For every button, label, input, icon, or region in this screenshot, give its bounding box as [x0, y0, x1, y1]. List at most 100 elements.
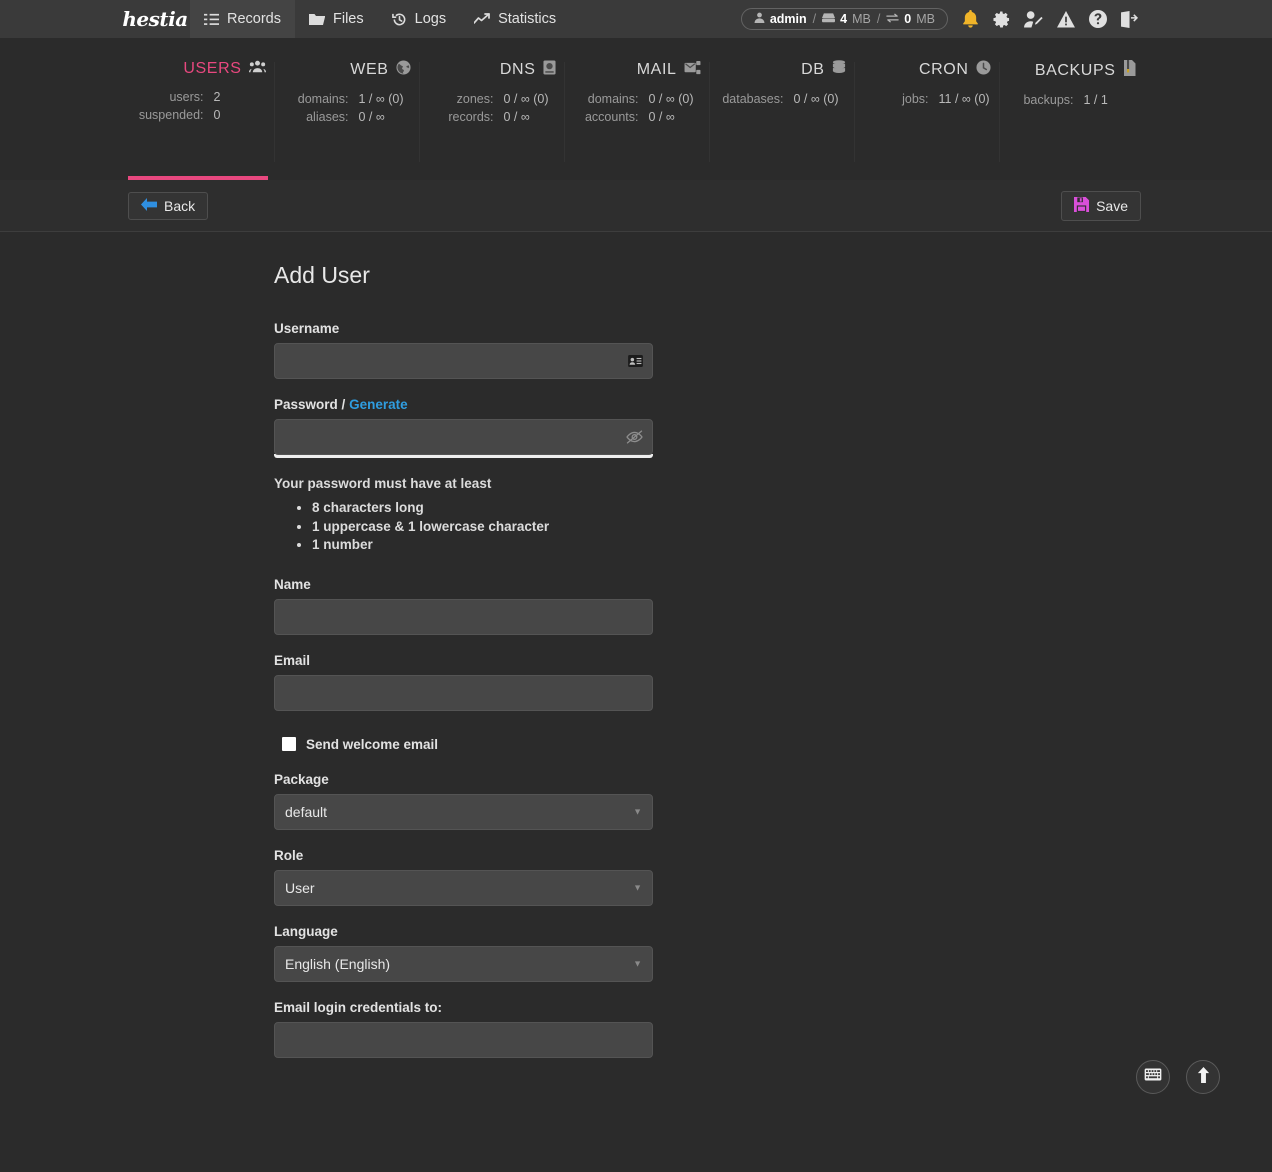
- stat-header-cron[interactable]: CRON: [862, 60, 991, 80]
- username-label: Username: [274, 321, 653, 336]
- save-button-label: Save: [1096, 198, 1128, 214]
- keyboard-shortcuts-button[interactable]: [1136, 1060, 1170, 1094]
- name-input[interactable]: [274, 599, 653, 635]
- role-label: Role: [274, 848, 653, 863]
- role-field-group: Role User ▼: [274, 848, 653, 906]
- scroll-to-top-button[interactable]: [1186, 1060, 1220, 1094]
- stat-label: aliases:: [306, 110, 348, 124]
- stat-header-backups[interactable]: BACKUPS: [1007, 60, 1136, 81]
- email-label: Email: [274, 653, 653, 668]
- stat-column-db: DB databases: 0 / ∞ (0): [709, 60, 854, 180]
- stat-value: 0 / ∞ (0): [784, 92, 846, 106]
- package-select[interactable]: default: [274, 794, 653, 830]
- clock-icon: [976, 60, 991, 80]
- stat-value: 0 / ∞ (0): [639, 92, 701, 106]
- add-user-page: Add User Username Password / Generate: [0, 232, 1272, 1058]
- credentials-email-input[interactable]: [274, 1022, 653, 1058]
- stat-title: DB: [801, 61, 824, 79]
- stat-header-db[interactable]: DB: [717, 60, 846, 80]
- stat-value: 0 / ∞ (0): [494, 92, 556, 106]
- scroll-to-top-icon: [1196, 1067, 1211, 1088]
- nav-tab-label: Logs: [415, 11, 446, 27]
- password-input[interactable]: [274, 419, 653, 455]
- warning-icon[interactable]: [1057, 11, 1075, 28]
- stat-header-users[interactable]: USERS: [137, 60, 266, 78]
- stat-header-mail[interactable]: MAIL: [572, 60, 701, 80]
- name-label: Name: [274, 577, 653, 592]
- password-requirement-item: 8 characters long: [312, 499, 1272, 518]
- list-icon: [204, 12, 219, 27]
- stat-row: jobs: 11 / ∞ (0): [862, 92, 991, 106]
- chart-icon: [474, 12, 490, 26]
- nav-tab-statistics[interactable]: Statistics: [460, 0, 570, 38]
- stat-header-web[interactable]: WEB: [282, 60, 411, 80]
- password-label-separator: /: [342, 397, 346, 412]
- stat-value: 0 / ∞: [349, 110, 411, 124]
- password-requirements-list: 8 characters long 1 uppercase & 1 lowerc…: [274, 499, 1272, 555]
- stat-value: 2: [204, 90, 266, 104]
- package-label: Package: [274, 772, 653, 787]
- pill-separator-1: /: [813, 12, 816, 26]
- help-icon[interactable]: [1089, 10, 1107, 28]
- page-toolbar: Back Save: [0, 180, 1272, 232]
- stat-label: suspended:: [139, 108, 204, 122]
- bandwidth-unit: MB: [916, 12, 935, 26]
- stat-label: domains:: [298, 92, 349, 106]
- stat-title: CRON: [919, 61, 969, 79]
- welcome-email-row: Send welcome email: [282, 737, 1272, 752]
- stat-label: databases:: [722, 92, 783, 106]
- stat-label: accounts:: [585, 110, 639, 124]
- arrow-left-icon: [141, 198, 157, 214]
- language-select[interactable]: English (English): [274, 946, 653, 982]
- stat-title: USERS: [183, 60, 241, 78]
- stat-value: 0 / ∞: [639, 110, 701, 124]
- add-user-icon[interactable]: [1024, 11, 1043, 28]
- user-avatar-icon: [754, 12, 765, 26]
- stat-column-users: USERS users: 2 suspended: 0: [129, 60, 274, 180]
- send-welcome-email-checkbox[interactable]: [282, 737, 296, 751]
- send-welcome-email-label[interactable]: Send welcome email: [306, 737, 438, 752]
- nav-tab-records[interactable]: Records: [190, 0, 295, 38]
- password-label-text: Password: [274, 397, 338, 412]
- password-label: Password / Generate: [274, 397, 653, 412]
- disk-unit: MB: [852, 12, 871, 26]
- stat-header-dns[interactable]: DNS: [427, 60, 556, 80]
- username-input[interactable]: [274, 343, 653, 379]
- nav-tab-files[interactable]: Files: [295, 0, 378, 38]
- stat-row: backups: 1 / 1: [1007, 93, 1136, 107]
- back-button[interactable]: Back: [128, 192, 208, 220]
- password-field-group: Password / Generate: [274, 397, 653, 458]
- stat-row: accounts: 0 / ∞: [572, 110, 701, 124]
- generate-password-link[interactable]: Generate: [349, 397, 408, 412]
- nav-tab-label: Records: [227, 11, 281, 27]
- stat-value: 1 / 1: [1074, 93, 1136, 107]
- stat-title: WEB: [350, 61, 388, 79]
- role-select[interactable]: User: [274, 870, 653, 906]
- nav-tab-logs[interactable]: Logs: [378, 0, 460, 38]
- back-button-label: Back: [164, 198, 195, 214]
- name-field-group: Name: [274, 577, 653, 635]
- notifications-bell-icon[interactable]: [962, 10, 979, 28]
- eye-off-icon[interactable]: [626, 430, 643, 444]
- hestia-logo[interactable]: hestia: [120, 0, 190, 38]
- bandwidth-icon: [886, 12, 899, 26]
- save-button[interactable]: Save: [1061, 191, 1141, 221]
- stat-title: MAIL: [637, 61, 677, 79]
- stat-value: 1 / ∞ (0): [349, 92, 411, 106]
- stat-row: records: 0 / ∞: [427, 110, 556, 124]
- contact-card-icon[interactable]: [628, 355, 643, 367]
- stat-row: aliases: 0 / ∞: [282, 110, 411, 124]
- dns-icon: [543, 60, 556, 80]
- user-info-pill[interactable]: admin / 4 MB / 0 MB: [741, 8, 948, 30]
- pill-separator-2: /: [877, 12, 880, 26]
- disk-value: 4: [840, 12, 847, 26]
- logout-icon[interactable]: [1121, 11, 1139, 28]
- settings-gear-icon[interactable]: [993, 11, 1010, 28]
- stat-value: 0: [204, 108, 266, 122]
- stat-label: domains:: [588, 92, 639, 106]
- stat-column-dns: DNS zones: 0 / ∞ (0) records: 0 / ∞: [419, 60, 564, 180]
- stat-row: domains: 1 / ∞ (0): [282, 92, 411, 106]
- nav-tab-label: Statistics: [498, 11, 556, 27]
- password-requirement-item: 1 uppercase & 1 lowercase character: [312, 518, 1272, 537]
- email-input[interactable]: [274, 675, 653, 711]
